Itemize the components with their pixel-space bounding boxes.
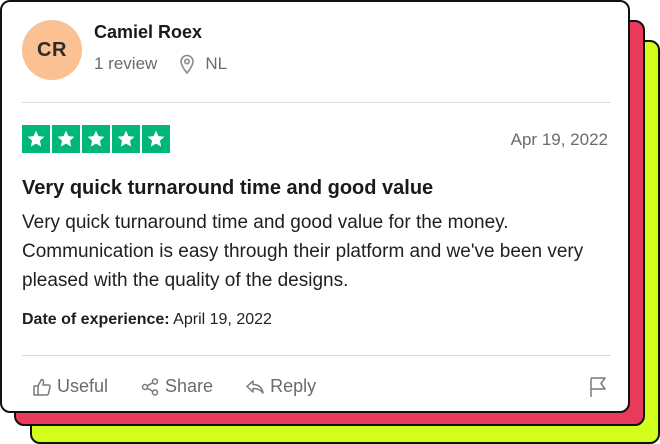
flag-icon: [590, 377, 606, 397]
review-body: Very quick turnaround time and good valu…: [22, 212, 584, 291]
share-icon: [141, 377, 159, 396]
avatar-initials: CR: [37, 38, 67, 61]
review-title[interactable]: Very quick turnaround time and good valu…: [22, 177, 433, 200]
reviewer-name[interactable]: Camiel Roex: [94, 22, 202, 43]
star-icon: [112, 125, 140, 153]
share-label: Share: [165, 376, 214, 396]
reply-icon: [246, 379, 264, 394]
share-button[interactable]: Share: [140, 376, 213, 397]
review-date: Apr 19, 2022: [510, 130, 608, 149]
experience-label: Date of experience:: [22, 311, 170, 328]
star-icon: [52, 125, 80, 153]
divider: [22, 355, 611, 356]
useful-label: Useful: [57, 376, 109, 396]
thumbs-up-icon: [33, 378, 51, 396]
review-card: CR Camiel Roex 1 review NL Apr 19, 2022 …: [0, 0, 630, 413]
review-actions: Useful Share Reply: [32, 376, 348, 397]
star-icon: [142, 125, 170, 153]
review-card-stack: CR Camiel Roex 1 review NL Apr 19, 2022 …: [0, 0, 660, 444]
report-flag-button[interactable]: [588, 376, 608, 403]
useful-button[interactable]: Useful: [32, 376, 108, 397]
location-pin-icon: [179, 54, 195, 75]
divider: [22, 102, 611, 103]
reviewer-country: NL: [205, 54, 228, 73]
avatar[interactable]: CR: [22, 20, 82, 80]
reply-button[interactable]: Reply: [245, 376, 316, 397]
experience-date: April 19, 2022: [173, 311, 272, 328]
date-of-experience: Date of experience: April 19, 2022: [22, 311, 272, 329]
star-icon: [22, 125, 50, 153]
review-count: 1 review: [94, 54, 158, 73]
star-icon: [82, 125, 110, 153]
reply-label: Reply: [270, 376, 317, 396]
star-rating: [22, 125, 170, 153]
reviewer-meta: 1 review NL: [94, 54, 228, 75]
